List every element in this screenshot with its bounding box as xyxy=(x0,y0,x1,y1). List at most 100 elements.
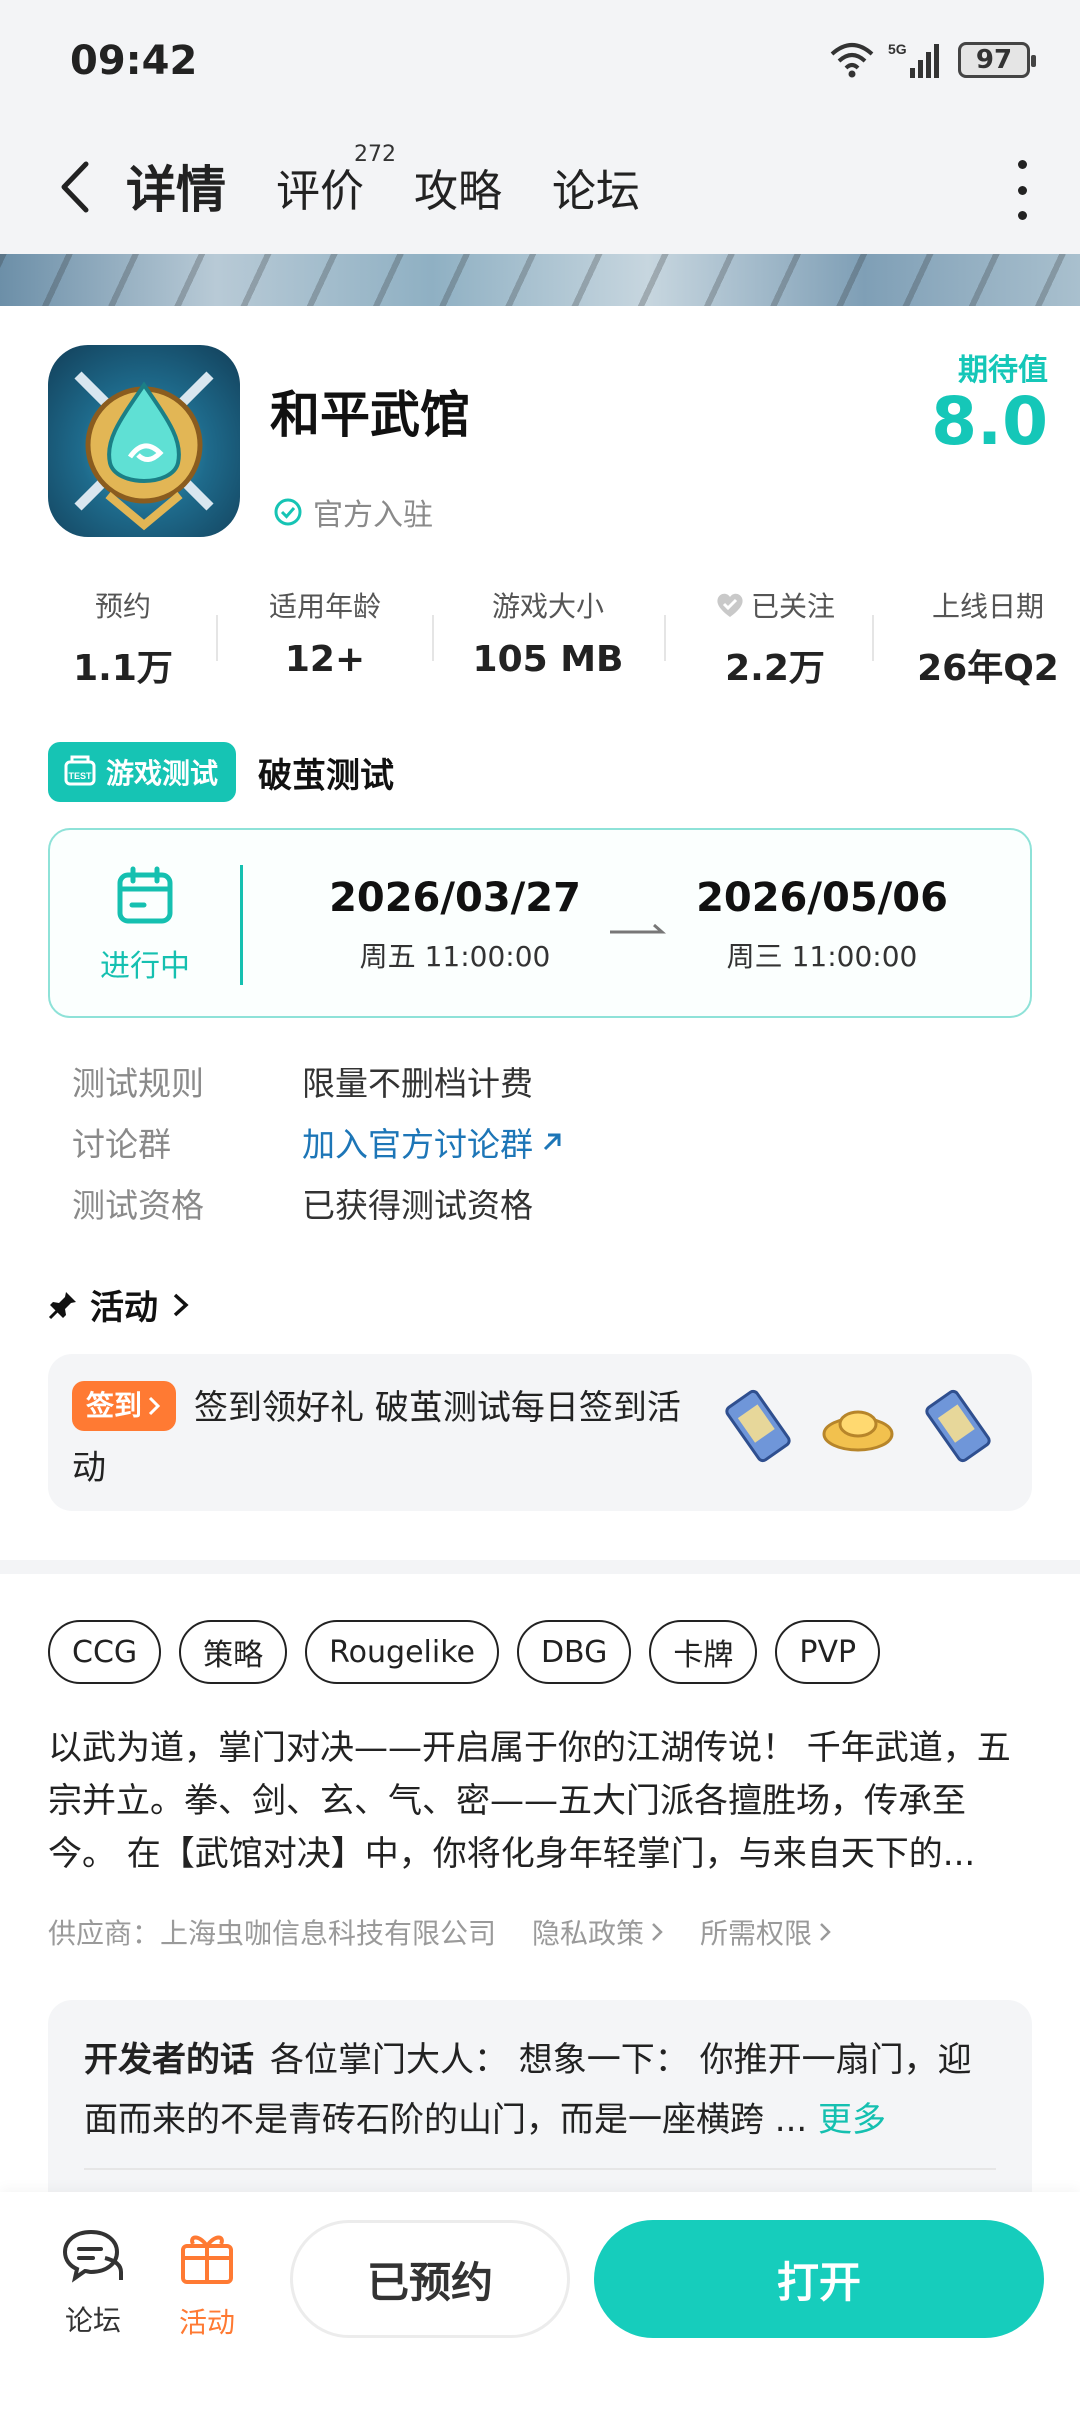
test-end-date: 2026/05/06 xyxy=(696,875,948,921)
tag-ccg[interactable]: CCG xyxy=(48,1620,162,1684)
stat-followed[interactable]: 已关注 2.2万 xyxy=(690,585,860,691)
tab-reviews-label: 评价 xyxy=(276,166,364,217)
supplier-name: 供应商：上海虫咖信息科技有限公司 xyxy=(48,1917,497,1950)
stat-value: 105 MB xyxy=(472,639,624,680)
privacy-policy-label: 隐私政策 xyxy=(532,1917,645,1950)
permissions-label: 所需权限 xyxy=(700,1917,813,1950)
tag-card[interactable]: 卡牌 xyxy=(649,1620,758,1684)
ticket-reward-icon xyxy=(925,1389,991,1463)
tag-dbg[interactable]: DBG xyxy=(516,1620,632,1684)
stats-row: 预约 1.1万 适用年龄 12+ 游戏大小 105 MB 已关注 2.2万 上线… xyxy=(0,585,1080,695)
tag-strategy[interactable]: 策略 xyxy=(179,1620,288,1684)
bottom-forum-button[interactable]: 论坛 xyxy=(38,2228,148,2339)
info-value: 限量不删档计费 xyxy=(302,1063,533,1103)
tab-guides[interactable]: 攻略 xyxy=(414,155,502,219)
expectation-score: 8.0 xyxy=(931,383,1048,460)
calendar-icon xyxy=(117,866,173,924)
stat-label: 已关注 xyxy=(690,585,860,625)
battery-level: 97 xyxy=(975,45,1013,75)
stat-value: 1.1万 xyxy=(73,648,173,689)
stat-value: 2.2万 xyxy=(725,648,825,689)
stat-release-date: 上线日期 26年Q2 xyxy=(896,585,1080,691)
battery-indicator: 97 xyxy=(958,42,1036,78)
test-start: 2026/03/27 周五 11:00:00 xyxy=(315,875,595,975)
more-menu-icon[interactable] xyxy=(1010,160,1034,220)
official-verified: 官方入驻 xyxy=(273,490,433,534)
tab-details[interactable]: 详情 xyxy=(122,150,230,222)
chevron-right-icon xyxy=(173,1293,189,1316)
status-icons: 5G 97 xyxy=(830,40,1036,80)
cellular-signal-icon: 5G xyxy=(888,41,939,78)
tag-roguelike[interactable]: Rougelike xyxy=(305,1620,499,1684)
info-key: 测试资格 xyxy=(72,1185,204,1225)
verified-check-icon xyxy=(274,498,302,526)
join-discussion-group-link[interactable]: 加入官方讨论群 xyxy=(302,1118,565,1166)
permissions-link[interactable]: 所需权限 xyxy=(700,1912,832,1952)
tag-list: CCG 策略 Rougelike DBG 卡牌 PVP xyxy=(48,1620,881,1684)
gold-ingot-icon xyxy=(822,1410,894,1452)
discussion-group-row: 讨论群 加入官方讨论群 xyxy=(72,1111,565,1172)
bottom-action-bar: 论坛 活动 已预约 打开 xyxy=(0,2192,1080,2412)
bottom-forum-label: 论坛 xyxy=(64,2304,121,2337)
game-description[interactable]: 以武为道，掌门对决——开启属于你的江湖传说！ 千年武道，五宗并立。拳、剑、玄、气… xyxy=(48,1722,1032,1881)
stat-age-rating[interactable]: 适用年龄 12+ xyxy=(240,585,410,680)
info-value: 已获得测试资格 xyxy=(302,1185,533,1225)
stat-label: 预约 xyxy=(94,590,151,623)
activity-card[interactable]: 签到 签到领好礼 破茧测试每日签到活动 xyxy=(48,1354,1032,1511)
open-button[interactable]: 打开 xyxy=(594,2220,1044,2338)
tag-pvp[interactable]: PVP xyxy=(775,1620,881,1684)
test-start-time: 周五 11:00:00 xyxy=(359,940,551,973)
stat-value: 12+ xyxy=(284,639,366,680)
network-type: 5G xyxy=(888,41,907,57)
game-test-header: TEST 游戏测试 破茧测试 xyxy=(48,742,394,802)
wifi-icon xyxy=(830,43,874,78)
test-end: 2026/05/06 周三 11:00:00 xyxy=(682,875,962,975)
bottom-activity-button[interactable]: 活动 xyxy=(152,2228,262,2341)
app-title: 和平武馆 xyxy=(270,386,470,444)
app-header: 和平武馆 官方入驻 期待值 8.0 xyxy=(48,345,1048,545)
test-schedule-card: 进行中 2026/03/27 周五 11:00:00 2026/05/06 周三… xyxy=(48,828,1032,1018)
tab-forum[interactable]: 论坛 xyxy=(552,155,640,219)
test-eligibility-row: 测试资格 已获得测试资格 xyxy=(72,1172,565,1233)
tab-details-label: 详情 xyxy=(126,161,226,219)
forum-chat-icon xyxy=(62,2229,123,2283)
bottom-activity-label: 活动 xyxy=(178,2306,235,2339)
top-nav: 详情 评价 272 攻略 论坛 xyxy=(0,120,1080,254)
chevron-right-icon xyxy=(652,1923,663,1941)
chevron-right-icon xyxy=(820,1923,831,1941)
link-text: 加入官方讨论群 xyxy=(302,1124,533,1164)
test-end-time: 周三 11:00:00 xyxy=(726,940,918,973)
info-key: 测试规则 xyxy=(72,1063,204,1103)
developer-note-more-link[interactable]: 更多 xyxy=(818,2100,886,2140)
external-link-icon xyxy=(543,1133,561,1150)
activity-text-block: 签到 签到领好礼 破茧测试每日签到活动 xyxy=(72,1378,712,1498)
supplier-row: 供应商：上海虫咖信息科技有限公司 隐私政策 所需权限 xyxy=(48,1912,832,1952)
section-divider xyxy=(0,1560,1080,1574)
test-status-label: 进行中 xyxy=(100,949,190,984)
tab-reviews[interactable]: 评价 xyxy=(276,155,364,219)
game-test-badge: TEST 游戏测试 xyxy=(48,742,237,802)
stat-label: 上线日期 xyxy=(931,590,1044,623)
reserved-button[interactable]: 已预约 xyxy=(290,2220,570,2338)
stat-game-size: 游戏大小 105 MB xyxy=(450,585,646,680)
activity-rewards xyxy=(718,1386,998,1466)
stat-reservations: 预约 1.1万 xyxy=(48,585,198,691)
tab-guides-label: 攻略 xyxy=(414,166,502,217)
test-start-date: 2026/03/27 xyxy=(329,875,581,921)
sign-in-badge: 签到 xyxy=(72,1381,177,1431)
status-time: 09:42 xyxy=(70,38,198,84)
privacy-policy-link[interactable]: 隐私政策 xyxy=(532,1912,664,1952)
reviews-count-badge: 272 xyxy=(354,142,396,167)
test-name: 破茧测试 xyxy=(258,755,395,796)
app-icon xyxy=(48,345,240,537)
back-arrow-icon[interactable] xyxy=(48,152,108,222)
stat-value: 26年Q2 xyxy=(917,648,1059,689)
developer-note-text: 开发者的话 各位掌门大人： 想象一下： 你推开一扇门，迎面而来的不是青砖石阶的山门… xyxy=(84,2030,1004,2150)
gift-icon xyxy=(181,2235,233,2284)
activity-section-header[interactable]: 活动 xyxy=(48,1280,192,1329)
banner-image-strip[interactable] xyxy=(0,254,1080,306)
svg-text:TEST: TEST xyxy=(68,771,92,781)
stat-label-text: 已关注 xyxy=(750,590,835,623)
sign-in-badge-label: 签到 xyxy=(86,1389,143,1422)
heart-check-icon xyxy=(717,593,743,617)
